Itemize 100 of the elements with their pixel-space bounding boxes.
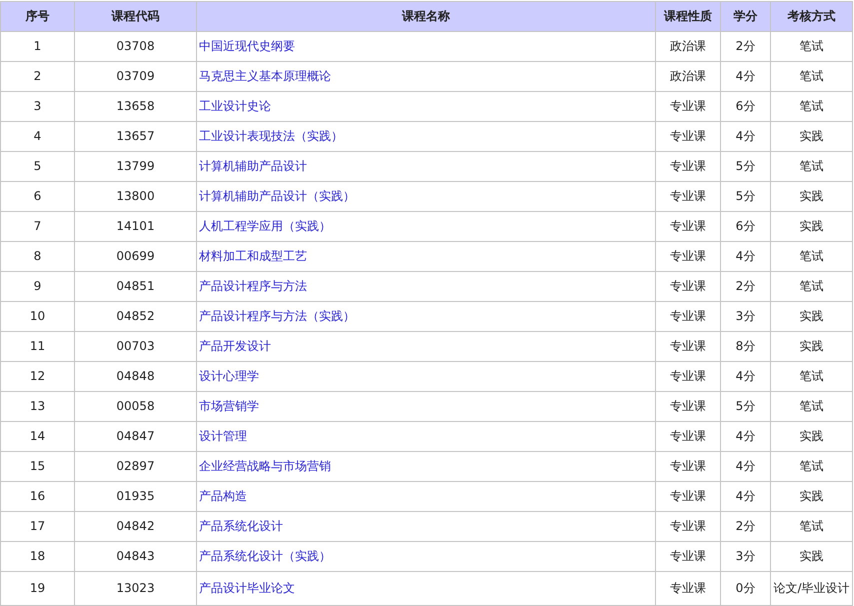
table-cell: 专业课 bbox=[656, 392, 720, 422]
course-link[interactable]: 产品系统化设计 bbox=[199, 519, 283, 534]
course-link[interactable]: 产品开发设计 bbox=[199, 339, 271, 354]
table-cell: 2分 bbox=[720, 32, 770, 62]
table-cell: 13799 bbox=[74, 152, 196, 182]
table-cell: 笔试 bbox=[770, 452, 852, 482]
course-link[interactable]: 中国近现代史纲要 bbox=[199, 39, 295, 54]
table-cell: 13023 bbox=[74, 572, 196, 606]
course-link[interactable]: 设计管理 bbox=[199, 429, 247, 444]
column-header: 课程代码 bbox=[74, 2, 196, 32]
table-cell: 笔试 bbox=[770, 512, 852, 542]
table-cell: 专业课 bbox=[656, 92, 720, 122]
column-header: 课程性质 bbox=[656, 2, 720, 32]
course-link[interactable]: 产品系统化设计（实践） bbox=[199, 549, 331, 564]
table-cell: 专业课 bbox=[656, 242, 720, 272]
table-cell: 4分 bbox=[720, 122, 770, 152]
table-cell: 13657 bbox=[74, 122, 196, 152]
table-cell: 12 bbox=[0, 362, 74, 392]
table-cell: 专业课 bbox=[656, 422, 720, 452]
table-cell: 13800 bbox=[74, 182, 196, 212]
table-cell: 5分 bbox=[720, 392, 770, 422]
table-cell: 04847 bbox=[74, 422, 196, 452]
table-cell: 19 bbox=[0, 572, 74, 606]
course-link[interactable]: 产品设计毕业论文 bbox=[199, 581, 295, 596]
table-cell: 实践 bbox=[770, 422, 852, 452]
table-cell: 5分 bbox=[720, 152, 770, 182]
column-header: 考核方式 bbox=[770, 2, 852, 32]
course-link[interactable]: 材料加工和成型工艺 bbox=[199, 249, 307, 264]
course-link[interactable]: 产品构造 bbox=[199, 489, 247, 504]
table-cell: 实践 bbox=[770, 182, 852, 212]
course-link[interactable]: 产品设计程序与方法 bbox=[199, 279, 307, 294]
table-cell: 实践 bbox=[770, 482, 852, 512]
course-link[interactable]: 市场营销学 bbox=[199, 399, 259, 414]
table-cell: 专业课 bbox=[656, 302, 720, 332]
table-cell: 10 bbox=[0, 302, 74, 332]
course-link[interactable]: 工业设计史论 bbox=[199, 99, 271, 114]
table-cell: 15 bbox=[0, 452, 74, 482]
table-cell: 实践 bbox=[770, 122, 852, 152]
table-cell: 4分 bbox=[720, 452, 770, 482]
table-cell: 专业课 bbox=[656, 332, 720, 362]
table-cell: 实践 bbox=[770, 212, 852, 242]
table-cell: 00699 bbox=[74, 242, 196, 272]
table-cell: 04851 bbox=[74, 272, 196, 302]
table-cell: 专业课 bbox=[656, 452, 720, 482]
course-link[interactable]: 企业经营战略与市场营销 bbox=[199, 459, 331, 474]
table-cell: 4 bbox=[0, 122, 74, 152]
table-cell: 04843 bbox=[74, 542, 196, 572]
table-cell: 实践 bbox=[770, 542, 852, 572]
table-cell: 实践 bbox=[770, 332, 852, 362]
course-link[interactable]: 计算机辅助产品设计 bbox=[199, 159, 307, 174]
course-link[interactable]: 产品设计程序与方法（实践） bbox=[199, 309, 355, 324]
table-cell: 专业课 bbox=[656, 212, 720, 242]
table-cell: 04842 bbox=[74, 512, 196, 542]
table-cell: 17 bbox=[0, 512, 74, 542]
table-cell: 专业课 bbox=[656, 272, 720, 302]
table-cell: 01935 bbox=[74, 482, 196, 512]
table-cell: 14 bbox=[0, 422, 74, 452]
course-link[interactable]: 工业设计表现技法（实践） bbox=[199, 129, 343, 144]
table-cell: 专业课 bbox=[656, 482, 720, 512]
table-cell: 11 bbox=[0, 332, 74, 362]
table-cell: 3分 bbox=[720, 542, 770, 572]
table-cell: 3 bbox=[0, 92, 74, 122]
course-link[interactable]: 人机工程学应用（实践） bbox=[199, 219, 331, 234]
table-cell: 实践 bbox=[770, 302, 852, 332]
table-cell: 笔试 bbox=[770, 272, 852, 302]
table-cell: 专业课 bbox=[656, 182, 720, 212]
table-cell: 04852 bbox=[74, 302, 196, 332]
table-cell: 03709 bbox=[74, 62, 196, 92]
course-link[interactable]: 马克思主义基本原理概论 bbox=[199, 69, 331, 84]
column-header: 课程名称 bbox=[196, 2, 656, 32]
table-cell: 笔试 bbox=[770, 242, 852, 272]
column-header: 学分 bbox=[720, 2, 770, 32]
table-cell: 2分 bbox=[720, 512, 770, 542]
table-cell: 00058 bbox=[74, 392, 196, 422]
table-cell: 16 bbox=[0, 482, 74, 512]
table-cell: 0分 bbox=[720, 572, 770, 606]
table-cell: 笔试 bbox=[770, 362, 852, 392]
table-cell: 专业课 bbox=[656, 152, 720, 182]
table-cell: 政治课 bbox=[656, 62, 720, 92]
table-cell: 专业课 bbox=[656, 572, 720, 606]
table-cell: 2 bbox=[0, 62, 74, 92]
table-cell: 笔试 bbox=[770, 32, 852, 62]
course-link[interactable]: 计算机辅助产品设计（实践） bbox=[199, 189, 355, 204]
table-cell: 5分 bbox=[720, 182, 770, 212]
table-cell: 2分 bbox=[720, 272, 770, 302]
table-cell: 5 bbox=[0, 152, 74, 182]
table-cell: 00703 bbox=[74, 332, 196, 362]
table-cell: 3分 bbox=[720, 302, 770, 332]
table-cell: 4分 bbox=[720, 242, 770, 272]
table-cell: 03708 bbox=[74, 32, 196, 62]
table-cell: 笔试 bbox=[770, 392, 852, 422]
table-cell: 4分 bbox=[720, 422, 770, 452]
table-cell: 专业课 bbox=[656, 362, 720, 392]
course-link[interactable]: 设计心理学 bbox=[199, 369, 259, 384]
table-cell: 笔试 bbox=[770, 92, 852, 122]
table-cell: 6分 bbox=[720, 212, 770, 242]
table-cell: 论文/毕业设计 bbox=[770, 572, 852, 606]
table-cell: 8分 bbox=[720, 332, 770, 362]
table-cell: 13658 bbox=[74, 92, 196, 122]
table-cell: 6分 bbox=[720, 92, 770, 122]
